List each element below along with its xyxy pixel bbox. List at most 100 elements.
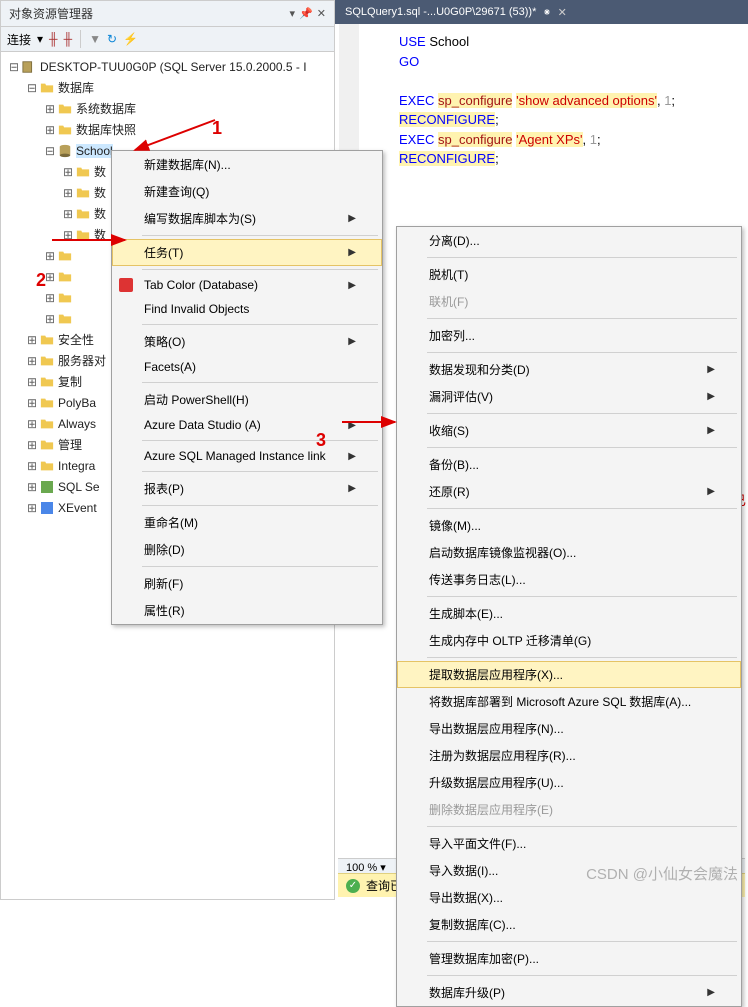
sql-editor[interactable]: USE School GO EXEC sp_configure 'show ad…: [339, 24, 748, 177]
menu-item[interactable]: Azure SQL Managed Instance link▶: [112, 444, 382, 468]
menu-item[interactable]: 生成内存中 OLTP 迁移清单(G): [397, 627, 741, 654]
menu-item[interactable]: 导出数据层应用程序(N)...: [397, 715, 741, 742]
menu-item[interactable]: 新建数据库(N)...: [112, 151, 382, 178]
expand-icon[interactable]: ⊞: [43, 312, 57, 326]
menu-item-label: Facets(A): [144, 360, 196, 374]
toolbar-icon[interactable]: ╫: [64, 32, 73, 46]
menu-item[interactable]: Facets(A): [112, 355, 382, 379]
menu-item[interactable]: 提取数据层应用程序(X)...: [397, 661, 741, 688]
expand-icon[interactable]: ⊞: [61, 207, 75, 221]
server-node[interactable]: ⊟DESKTOP-TUU0G0P (SQL Server 15.0.2000.5…: [3, 56, 332, 77]
menu-item[interactable]: Azure Data Studio (A)▶: [112, 413, 382, 437]
menu-item[interactable]: 备份(B)...: [397, 451, 741, 478]
expand-icon[interactable]: ⊞: [25, 438, 39, 452]
menu-item[interactable]: 新建查询(Q): [112, 178, 382, 205]
menu-item-label: 属性(R): [144, 602, 185, 619]
menu-item[interactable]: 分离(D)...: [397, 227, 741, 254]
folder-icon: [39, 80, 55, 96]
dropdown-icon[interactable]: ▾: [290, 7, 296, 20]
menu-item[interactable]: 将数据库部署到 Microsoft Azure SQL 数据库(A)...: [397, 688, 741, 715]
pin-icon[interactable]: 📌: [299, 7, 313, 20]
expand-icon[interactable]: ⊞: [25, 396, 39, 410]
expand-icon[interactable]: ⊞: [25, 354, 39, 368]
menu-item[interactable]: 复制数据库(C)...: [397, 911, 741, 938]
menu-item[interactable]: 收缩(S)▶: [397, 417, 741, 444]
menu-item[interactable]: Tab Color (Database)▶: [112, 273, 382, 297]
connect-button[interactable]: 连接: [7, 31, 31, 48]
menu-item[interactable]: 数据发现和分类(D)▶: [397, 356, 741, 383]
folder-icon: [57, 122, 73, 138]
collapse-icon[interactable]: ⊟: [43, 144, 57, 158]
expand-icon[interactable]: ⊞: [43, 102, 57, 116]
menu-item[interactable]: 编写数据库脚本为(S)▶: [112, 205, 382, 232]
menu-item[interactable]: 数据库升级(P)▶: [397, 979, 741, 1006]
expand-icon[interactable]: ⊞: [25, 501, 39, 515]
menu-item-label: 删除数据层应用程序(E): [429, 801, 553, 818]
expand-icon[interactable]: ⊞: [25, 459, 39, 473]
pin-icon[interactable]: ⁕: [542, 6, 551, 19]
menu-item[interactable]: 属性(R): [112, 597, 382, 624]
menu-item[interactable]: 传送事务日志(L)...: [397, 566, 741, 593]
expand-icon[interactable]: ⊞: [43, 123, 57, 137]
activity-icon[interactable]: ⚡: [123, 32, 138, 46]
snapshot-node[interactable]: ⊞数据库快照: [3, 119, 332, 140]
menu-item[interactable]: Find Invalid Objects: [112, 297, 382, 321]
xevent-icon: [39, 500, 55, 516]
tab-sqlquery[interactable]: SQLQuery1.sql -...U0G0P\29671 (53))* ⁕ ✕: [335, 3, 577, 22]
menu-item[interactable]: 启动 PowerShell(H): [112, 386, 382, 413]
collapse-icon[interactable]: ⊟: [25, 81, 39, 95]
expand-icon[interactable]: ⊞: [61, 165, 75, 179]
menu-item[interactable]: 升级数据层应用程序(U)...: [397, 769, 741, 796]
menu-item[interactable]: 报表(P)▶: [112, 475, 382, 502]
menu-item-label: 数据发现和分类(D): [429, 361, 530, 378]
toolbar-icon[interactable]: ╫: [49, 32, 58, 46]
menu-item[interactable]: 任务(T)▶: [112, 239, 382, 266]
menu-item[interactable]: 重命名(M): [112, 509, 382, 536]
menu-item[interactable]: 生成脚本(E)...: [397, 600, 741, 627]
menu-item[interactable]: 镜像(M)...: [397, 512, 741, 539]
menu-separator: [142, 269, 378, 270]
menu-item[interactable]: 脱机(T): [397, 261, 741, 288]
menu-item-label: 传送事务日志(L)...: [429, 571, 526, 588]
collapse-icon[interactable]: ⊟: [7, 60, 21, 74]
menu-item[interactable]: 漏洞评估(V)▶: [397, 383, 741, 410]
menu-item-label: 分离(D)...: [429, 232, 480, 249]
menu-separator: [427, 352, 737, 353]
menu-item[interactable]: 策略(O)▶: [112, 328, 382, 355]
expand-icon[interactable]: ⊞: [43, 291, 57, 305]
close-icon[interactable]: ✕: [317, 7, 326, 20]
menu-item[interactable]: 管理数据库加密(P)...: [397, 945, 741, 972]
dropdown-icon[interactable]: ▾: [37, 32, 43, 46]
expand-icon[interactable]: ⊞: [43, 249, 57, 263]
refresh-icon[interactable]: ↻: [107, 32, 117, 46]
filter-icon[interactable]: ▼: [89, 32, 101, 46]
menu-item-label: 收缩(S): [429, 422, 469, 439]
menu-item[interactable]: 加密列...: [397, 322, 741, 349]
sys-db-node[interactable]: ⊞系统数据库: [3, 98, 332, 119]
databases-node[interactable]: ⊟数据库: [3, 77, 332, 98]
close-icon[interactable]: ✕: [558, 6, 567, 19]
expand-icon[interactable]: ⊞: [61, 228, 75, 242]
expand-icon[interactable]: ⊞: [25, 480, 39, 494]
menu-separator: [427, 596, 737, 597]
folder-icon: [57, 290, 73, 306]
folder-icon: [57, 248, 73, 264]
menu-item[interactable]: 启动数据库镜像监视器(O)...: [397, 539, 741, 566]
menu-item-label: 编写数据库脚本为(S): [144, 210, 256, 227]
annotation-number-2: 2: [36, 270, 46, 291]
menu-item[interactable]: 删除(D): [112, 536, 382, 563]
submenu-arrow-icon: ▶: [348, 336, 356, 347]
expand-icon[interactable]: ⊞: [25, 375, 39, 389]
menu-item: 联机(F): [397, 288, 741, 315]
annotation-number-3: 3: [316, 430, 326, 451]
expand-icon[interactable]: ⊞: [25, 333, 39, 347]
expand-icon[interactable]: ⊞: [61, 186, 75, 200]
menu-item[interactable]: 还原(R)▶: [397, 478, 741, 505]
menu-item-label: 导入数据(I)...: [429, 862, 498, 879]
menu-item-label: 刷新(F): [144, 575, 183, 592]
menu-item[interactable]: 注册为数据层应用程序(R)...: [397, 742, 741, 769]
menu-item[interactable]: 导入平面文件(F)...: [397, 830, 741, 857]
menu-item[interactable]: 导出数据(X)...: [397, 884, 741, 911]
menu-item[interactable]: 刷新(F): [112, 570, 382, 597]
expand-icon[interactable]: ⊞: [25, 417, 39, 431]
